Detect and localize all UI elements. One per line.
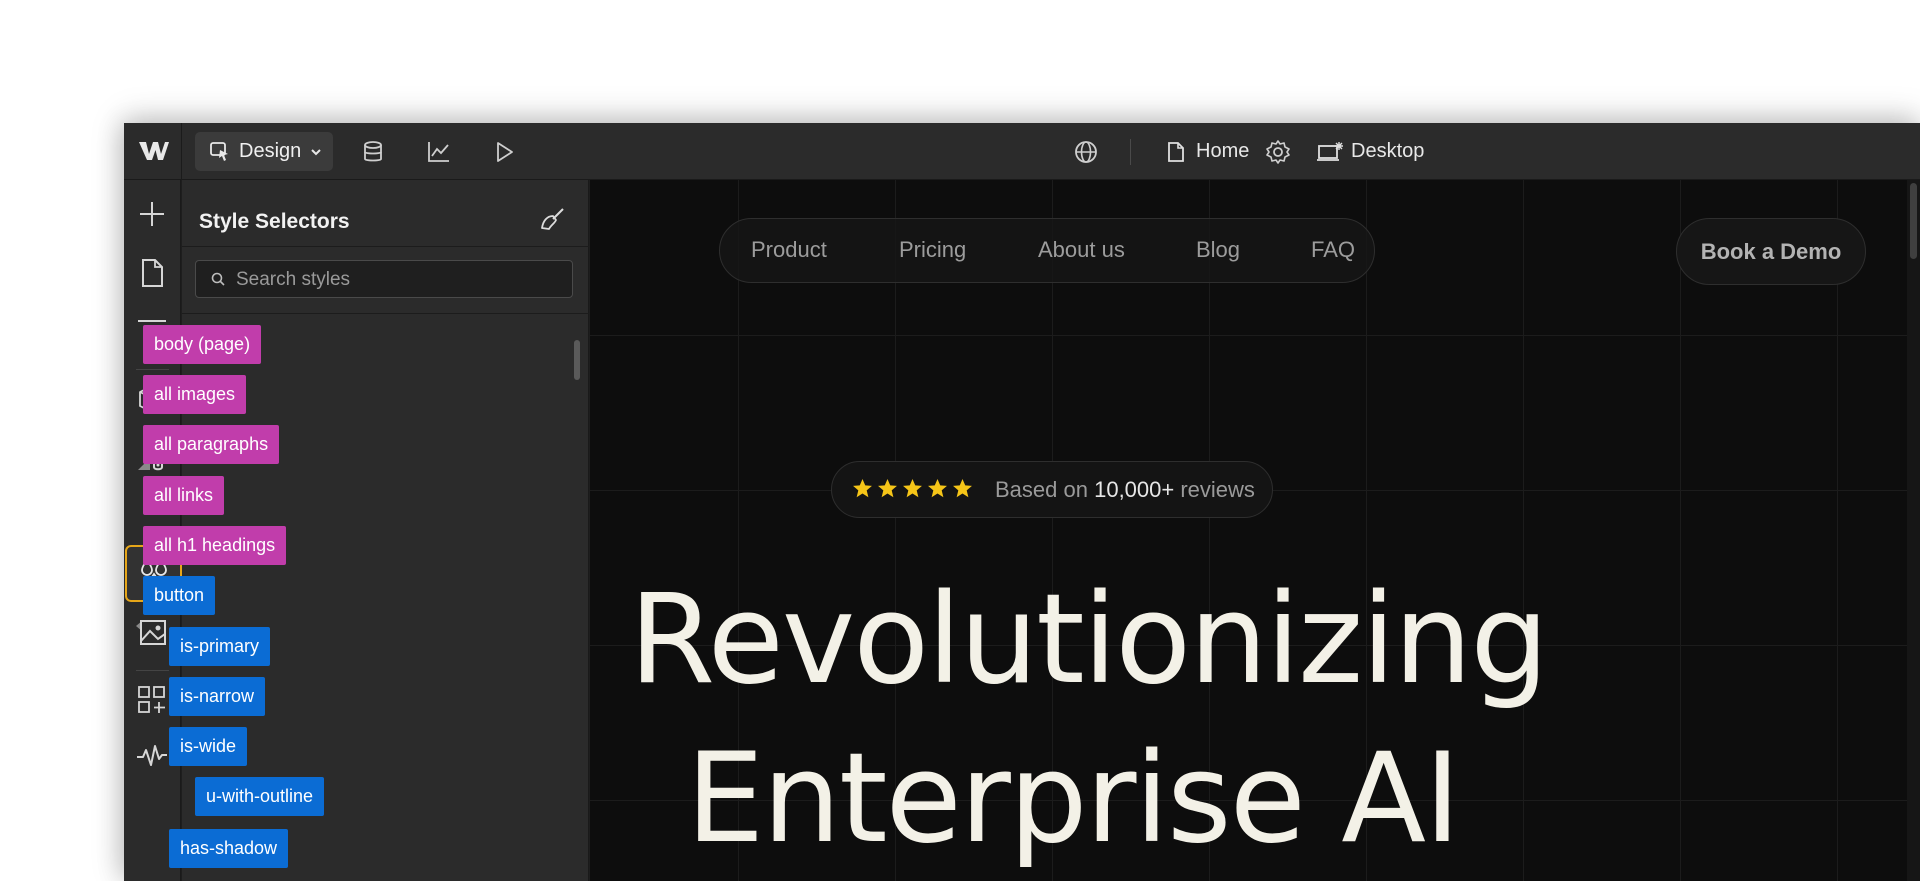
selector-class[interactable]: is-wide [169,727,248,766]
page-icon[interactable] [136,257,168,289]
analytics-icon[interactable] [426,139,452,165]
nav-link-about[interactable]: About us [1038,237,1125,263]
breakpoint-selector[interactable]: Desktop [1316,123,1424,180]
page-selector[interactable]: Home [1166,123,1249,180]
book-demo-button[interactable]: Book a Demo [1676,218,1866,285]
nav-link-product[interactable]: Product [751,237,827,263]
star-icon [953,479,972,498]
designer-window: Design Home Desktop Style Selectors Sear… [124,123,1920,881]
rating-suffix: reviews [1180,477,1255,502]
nav-link-blog[interactable]: Blog [1196,237,1240,263]
hero-heading-line-1: Revolutionizing [629,568,1549,712]
nav-link-pricing[interactable]: Pricing [899,237,966,263]
star-icon [853,479,872,498]
desktop-icon [1317,141,1343,161]
cursor-icon [210,141,228,161]
rating-badge: Based on 10,000+ reviews [831,461,1273,518]
rating-prefix: Based on [995,477,1088,502]
top-bar: Design Home Desktop [124,123,1920,180]
star-icon [878,479,897,498]
search-input[interactable] [234,261,558,299]
selector-tag[interactable]: all links [143,476,225,515]
panel-divider [182,246,589,247]
selector-class[interactable]: has-shadow [169,829,289,868]
chevron-down-icon [311,148,321,155]
rail-divider [136,369,169,370]
grid-line [1837,180,1838,881]
site-nav: Product Pricing About us Blog FAQ [719,218,1375,283]
selector-tag[interactable]: all paragraphs [143,425,280,464]
mode-dropdown[interactable]: Design [195,132,333,171]
gear-icon[interactable] [1265,139,1291,165]
play-icon[interactable] [491,139,517,165]
selector-class[interactable]: is-primary [169,627,270,666]
grid-line [1680,180,1681,881]
search-icon [211,272,225,286]
grid-line [1523,180,1524,881]
star-rating [852,478,973,499]
page-label: Home [1196,140,1250,162]
plus-icon[interactable] [136,198,168,230]
panel-title: Style Selectors [199,210,350,233]
page-icon [1168,141,1184,162]
canvas-scrollbar[interactable] [1910,183,1917,259]
grid-line [590,335,1920,336]
topbar-divider [181,123,182,180]
hero-heading-line-2: Enterprise AI [686,727,1461,871]
panel-scrollbar[interactable] [574,340,580,380]
apps-icon[interactable] [136,684,168,716]
design-canvas[interactable]: Product Pricing About us Blog FAQ Book a… [590,180,1920,881]
nav-link-faq[interactable]: FAQ [1311,237,1355,263]
broom-icon[interactable] [537,204,567,234]
rating-count: 10,000+ [1094,477,1175,502]
assets-icon[interactable] [136,616,168,648]
selector-tag[interactable]: all images [143,375,247,414]
selector-class[interactable]: u-with-outline [195,777,325,816]
star-icon [928,479,947,498]
panel-divider [182,313,589,314]
selector-class[interactable]: button [143,576,216,615]
selector-tag[interactable]: all h1 headings [143,526,287,565]
style-selectors-panel: Style Selectors body (page) all images a… [143,180,589,881]
star-icon [903,479,922,498]
rail-divider [136,670,169,671]
selector-tag[interactable]: body (page) [143,325,262,364]
mode-label: Design [239,140,302,162]
search-styles-field[interactable] [195,260,573,299]
canvas-scrollbar-track [1907,180,1920,881]
selector-class[interactable]: is-narrow [169,677,266,716]
activity-icon[interactable] [136,740,168,772]
webflow-logo[interactable] [138,139,170,163]
breakpoint-label: Desktop [1351,140,1425,162]
globe-icon[interactable] [1073,139,1099,165]
topbar-separator [1130,139,1131,165]
database-icon[interactable] [360,139,386,165]
rating-text: Based on 10,000+ reviews [995,477,1255,503]
